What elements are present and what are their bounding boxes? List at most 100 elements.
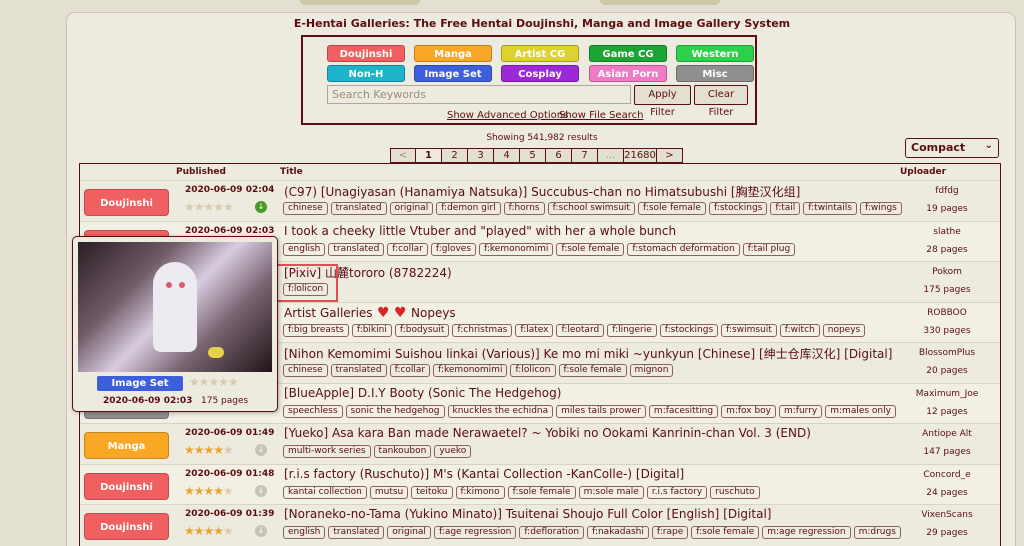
category-manga-button[interactable]: Manga — [414, 45, 492, 62]
tag[interactable]: f:tail — [770, 202, 801, 215]
tag[interactable]: translated — [330, 202, 387, 215]
page-button[interactable]: 5 — [519, 148, 546, 163]
category-badge[interactable]: Doujinshi — [84, 513, 169, 540]
tag[interactable]: f:sole female — [556, 243, 625, 256]
category-game-cg-button[interactable]: Game CG — [589, 45, 667, 62]
tag[interactable]: f:sole female — [507, 486, 576, 499]
clear-filter-button[interactable]: Clear Filter — [694, 85, 748, 118]
tag[interactable]: m:furry — [779, 405, 823, 418]
tag[interactable]: f:bodysuit — [394, 324, 450, 337]
tag[interactable]: f:stomach deformation — [627, 243, 740, 256]
tag[interactable]: f:lolicon — [510, 364, 556, 377]
tag[interactable]: chinese — [283, 364, 328, 377]
tag[interactable]: f:kemonomimi — [479, 243, 554, 256]
tag[interactable]: miles tails prower — [556, 405, 646, 418]
tag[interactable]: f:kimono — [455, 486, 505, 499]
category-badge[interactable]: Manga — [84, 432, 169, 459]
preview-image[interactable] — [78, 242, 272, 372]
tag[interactable]: mutsu — [369, 486, 409, 499]
tag[interactable]: f:christmas — [452, 324, 513, 337]
tag[interactable]: f:age regression — [433, 526, 517, 539]
tag[interactable]: speechless — [283, 405, 343, 418]
tag[interactable]: m:age regression — [762, 526, 851, 539]
page-button[interactable]: 6 — [545, 148, 572, 163]
tag[interactable]: f:leotard — [556, 324, 605, 337]
gallery-title-link[interactable]: Artist Galleries ♥ ♥ Nopeys — [284, 305, 456, 321]
tag[interactable]: f:kemonomimi — [433, 364, 508, 377]
page-button[interactable]: 21680 — [623, 148, 657, 163]
tag[interactable]: f:sole female — [691, 526, 760, 539]
page-button[interactable]: 7 — [571, 148, 598, 163]
torrent-download-icon[interactable]: ↓ — [255, 201, 267, 213]
uploader-link[interactable]: Concord_e — [892, 470, 1002, 480]
tag[interactable]: f:twintails — [803, 202, 857, 215]
uploader-link[interactable]: Pokom — [892, 267, 1002, 277]
torrent-download-icon[interactable]: ↓ — [255, 485, 267, 497]
gallery-title-link[interactable]: [Nihon Kemomimi Suishou linkai (Various)… — [284, 345, 892, 362]
tag[interactable]: multi-work series — [283, 445, 371, 458]
tag[interactable]: m:facesitting — [648, 405, 719, 418]
tag[interactable]: f:defloration — [519, 526, 585, 539]
uploader-link[interactable]: Antiope Alt — [892, 429, 1002, 439]
category-badge[interactable]: Doujinshi — [84, 473, 169, 500]
show-file-search-link[interactable]: Show File Search — [559, 110, 643, 121]
gallery-title-link[interactable]: [Yueko] Asa kara Ban made Nerawaetel? ~ … — [284, 426, 811, 440]
page-button[interactable]: 4 — [493, 148, 520, 163]
tag[interactable]: original — [387, 526, 431, 539]
gallery-title-link[interactable]: [Noraneko-no-Tama (Yukino Minato)] Tsuit… — [284, 507, 771, 521]
uploader-link[interactable]: BlossomPlus — [892, 348, 1002, 358]
tag[interactable]: translated — [328, 243, 385, 256]
uploader-link[interactable]: Maximum_Joe — [892, 389, 1002, 399]
uploader-link[interactable]: fdfdg — [892, 186, 1002, 196]
gallery-title-link[interactable]: I took a cheeky little Vtuber and "playe… — [284, 224, 676, 238]
tag[interactable]: m:fox boy — [721, 405, 776, 418]
tag[interactable]: english — [283, 243, 326, 256]
tag[interactable]: f:swimsuit — [721, 324, 777, 337]
gallery-title-link[interactable]: (C97) [Unagiyasan (Hanamiya Natsuka)] Su… — [284, 183, 800, 200]
tag[interactable]: english — [283, 526, 326, 539]
tag[interactable]: ruschuto — [710, 486, 760, 499]
category-badge[interactable]: Doujinshi — [84, 189, 169, 216]
tag[interactable]: f:nakadashi — [587, 526, 649, 539]
tag[interactable]: teitoku — [411, 486, 453, 499]
tag[interactable]: f:rape — [651, 526, 689, 539]
tag[interactable]: f:collar — [389, 364, 431, 377]
tag[interactable]: f:stockings — [708, 202, 768, 215]
show-advanced-options-link[interactable]: Show Advanced Options — [447, 110, 568, 121]
tag[interactable]: f:horns — [503, 202, 545, 215]
tag[interactable]: chinese — [283, 202, 328, 215]
gallery-title-link[interactable]: [BlueApple] D.I.Y Booty (Sonic The Hedge… — [284, 386, 561, 400]
tag[interactable]: m:sole male — [578, 486, 644, 499]
page-button[interactable]: 3 — [467, 148, 494, 163]
tag[interactable]: f:bikini — [351, 324, 392, 337]
page-button[interactable]: 2 — [441, 148, 468, 163]
category-asian-porn-button[interactable]: Asian Porn — [589, 65, 667, 82]
tag[interactable]: nopeys — [822, 324, 866, 337]
tag[interactable]: tankoubon — [373, 445, 432, 458]
tag[interactable]: f:witch — [779, 324, 820, 337]
uploader-link[interactable]: VixenScans — [892, 510, 1002, 520]
tag[interactable]: f:gloves — [430, 243, 477, 256]
torrent-download-icon[interactable]: ↓ — [255, 444, 267, 456]
category-doujinshi-button[interactable]: Doujinshi — [327, 45, 405, 62]
tag[interactable]: kantai collection — [283, 486, 367, 499]
category-misc-button[interactable]: Misc — [676, 65, 754, 82]
tag[interactable]: f:lingerie — [607, 324, 657, 337]
tag[interactable]: knuckles the echidna — [447, 405, 554, 418]
tag[interactable]: translated — [328, 526, 385, 539]
tag[interactable]: f:demon girl — [436, 202, 501, 215]
apply-filter-button[interactable]: Apply Filter — [634, 85, 691, 118]
page-next-button[interactable]: > — [656, 148, 683, 163]
tag[interactable]: m:males only — [825, 405, 896, 418]
tag[interactable]: translated — [330, 364, 387, 377]
gallery-title-link[interactable]: [r.i.s factory (Ruschuto)] M's (Kantai C… — [284, 467, 684, 481]
tag[interactable]: sonic the hedgehog — [345, 405, 445, 418]
page-prev-button[interactable]: < — [390, 148, 416, 163]
tag[interactable]: f:stockings — [659, 324, 719, 337]
torrent-download-icon[interactable]: ↓ — [255, 525, 267, 537]
tag[interactable]: f:sole female — [637, 202, 706, 215]
category-western-button[interactable]: Western — [676, 45, 754, 62]
uploader-link[interactable]: slathe — [892, 227, 1002, 237]
category-non-h-button[interactable]: Non-H — [327, 65, 405, 82]
tag[interactable]: f:tail plug — [742, 243, 796, 256]
